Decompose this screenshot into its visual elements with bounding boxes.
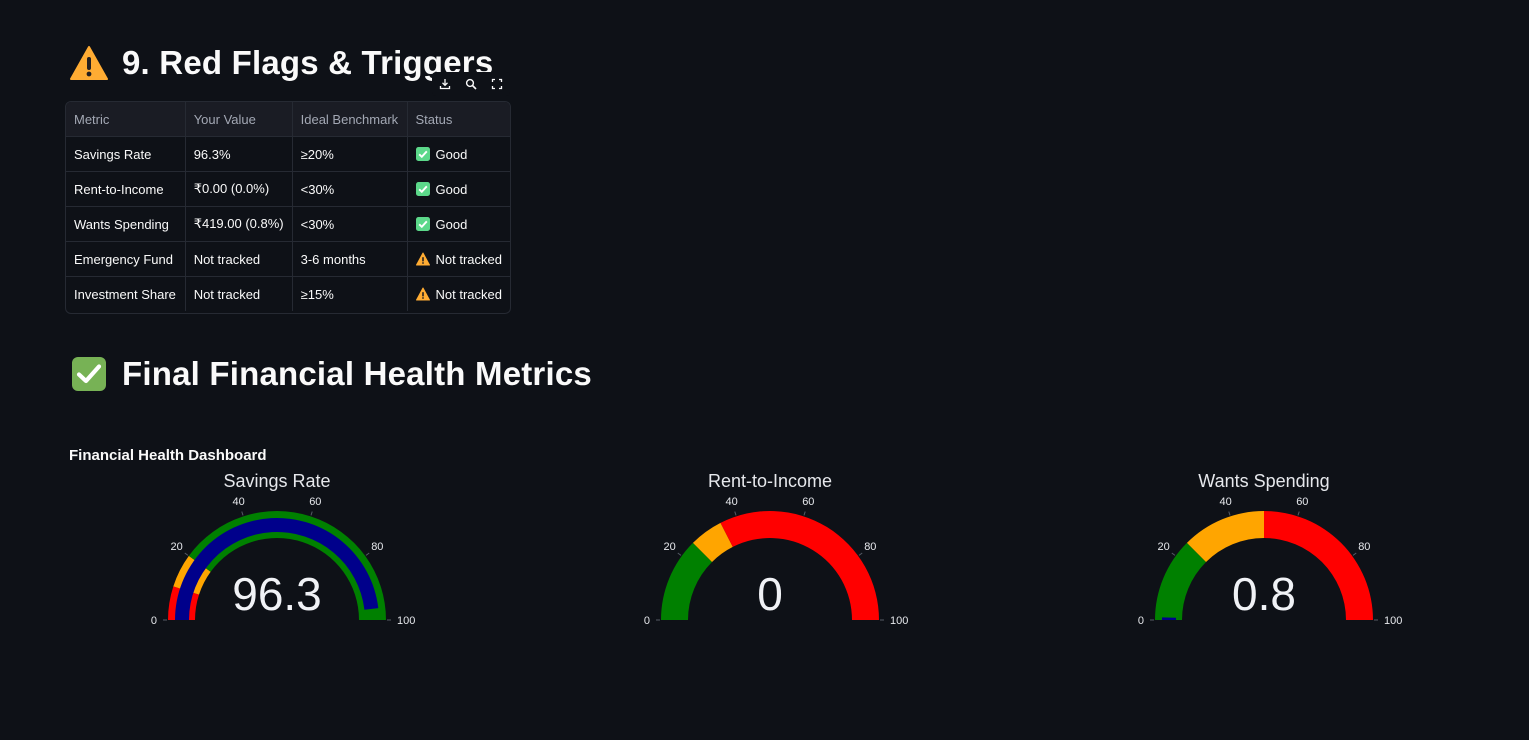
gauge-value-label: 96.3 [232, 568, 322, 620]
gauge-value-label: 0 [757, 568, 783, 620]
table-row: Rent-to-Income ₹0.00 (0.0%) <30% Good [66, 171, 510, 207]
gauge-tick-mark [184, 552, 189, 556]
cell-metric[interactable]: Emergency Fund [66, 241, 186, 277]
gauge-tick-mark [1228, 511, 1231, 516]
gauge-tick-label: 40 [233, 496, 245, 508]
gauge-tick-label: 100 [890, 615, 908, 627]
gauge-tick-mark [365, 552, 370, 556]
cell-benchmark[interactable]: ≥20% [292, 136, 408, 172]
gauge-tick-label: 0 [1138, 615, 1144, 627]
cell-status[interactable]: Not tracked [407, 241, 510, 277]
gauge-tick-mark [734, 511, 737, 516]
gauge-chart-savings-rate[interactable]: Savings Rate 0 20 40 60 80 100 96.3 [127, 466, 427, 636]
gauge-tick-label: 60 [309, 496, 321, 508]
gauge-chart-rent-to-income[interactable]: Rent-to-Income 0 20 40 60 80 100 0 [620, 466, 920, 636]
gauge-step-band [720, 511, 879, 620]
gauge-tick-label: 0 [644, 615, 650, 627]
gauge-step-band [1186, 511, 1264, 563]
search-icon[interactable] [461, 74, 481, 94]
gauge-tick-label: 20 [664, 541, 676, 553]
gauge-tick-label: 100 [397, 615, 415, 627]
table-header-row: Metric Your Value Ideal Benchmark Status [66, 102, 510, 137]
status-text: Good [435, 181, 468, 197]
cell-status[interactable]: Good [407, 136, 510, 172]
cell-value[interactable]: ₹419.00 (0.8%) [185, 206, 293, 242]
status-text: Not tracked [435, 251, 502, 267]
gauge-title: Rent-to-Income [708, 471, 832, 491]
red-flags-table[interactable]: Metric Your Value Ideal Benchmark Status… [65, 101, 511, 314]
gauge-tick-label: 0 [151, 615, 157, 627]
column-header-status[interactable]: Status [407, 102, 510, 137]
gauge-step-band [1155, 542, 1207, 620]
cell-value[interactable]: ₹0.00 (0.0%) [185, 171, 293, 207]
gauge-tick-mark [1297, 511, 1300, 516]
column-header-value[interactable]: Your Value [185, 102, 293, 137]
gauge-tick-label: 20 [1158, 541, 1170, 553]
page: 9. Red Flags & Triggers Metric Your Valu… [0, 0, 1529, 740]
gauge-tick-mark [241, 511, 244, 516]
cell-benchmark[interactable]: <30% [292, 171, 408, 207]
cell-metric[interactable]: Investment Share [66, 276, 186, 311]
gauge-value-bar [1162, 617, 1177, 620]
cell-metric[interactable]: Rent-to-Income [66, 171, 186, 207]
gauge-tick-label: 40 [1220, 496, 1232, 508]
cell-status[interactable]: Good [407, 171, 510, 207]
warning-icon [415, 287, 430, 301]
health-metrics-heading: Final Financial Health Metrics [70, 355, 592, 393]
column-header-metric[interactable]: Metric [66, 102, 186, 137]
gauge-tick-mark [677, 552, 682, 556]
warning-icon [415, 252, 430, 266]
table-row: Wants Spending ₹419.00 (0.8%) <30% Good [66, 206, 510, 242]
check-icon [415, 147, 430, 161]
gauge-step-band [661, 542, 713, 620]
gauge-tick-label: 100 [1384, 615, 1402, 627]
gauge-tick-mark [1171, 552, 1176, 556]
gauge-tick-label: 60 [1296, 496, 1308, 508]
cell-value[interactable]: 96.3% [185, 136, 293, 172]
gauge-tick-mark [858, 552, 863, 556]
warning-icon [70, 44, 108, 82]
health-metrics-title: Final Financial Health Metrics [122, 355, 592, 392]
cell-benchmark[interactable]: 3-6 months [292, 241, 408, 277]
gauge-tick-mark [1352, 552, 1357, 556]
table-row: Emergency Fund Not tracked 3-6 months No… [66, 241, 510, 277]
gauge-tick-label: 40 [726, 496, 738, 508]
check-icon [415, 182, 430, 196]
gauge-tick-label: 80 [1358, 541, 1370, 553]
fullscreen-icon[interactable] [487, 74, 507, 94]
cell-value[interactable]: Not tracked [185, 276, 293, 311]
gauge-chart-wants-spending[interactable]: Wants Spending 0 20 40 60 80 100 0.8 [1114, 466, 1414, 636]
gauge-title: Savings Rate [223, 471, 330, 491]
cell-metric[interactable]: Wants Spending [66, 206, 186, 242]
gauge-tick-label: 80 [864, 541, 876, 553]
cell-benchmark[interactable]: <30% [292, 206, 408, 242]
status-text: Good [435, 216, 468, 232]
status-text: Good [435, 146, 468, 162]
dashboard-title: Financial Health Dashboard [69, 447, 267, 464]
cell-metric[interactable]: Savings Rate [66, 136, 186, 172]
status-text: Not tracked [435, 286, 502, 302]
download-icon[interactable] [435, 74, 455, 94]
gauge-tick-label: 60 [802, 496, 814, 508]
cell-value[interactable]: Not tracked [185, 241, 293, 277]
cell-status[interactable]: Good [407, 206, 510, 242]
red-flags-heading: 9. Red Flags & Triggers [70, 44, 493, 82]
gauge-tick-label: 20 [171, 541, 183, 553]
check-mark-button-icon [70, 355, 108, 393]
gauge-tick-mark [310, 511, 313, 516]
table-row: Savings Rate 96.3% ≥20% Good [66, 136, 510, 172]
check-icon [415, 217, 430, 231]
gauge-value-label: 0.8 [1232, 568, 1296, 620]
cell-status[interactable]: Not tracked [407, 277, 510, 312]
gauge-tick-mark [803, 511, 806, 516]
table-toolbar [432, 72, 510, 96]
gauge-tick-label: 80 [371, 541, 383, 553]
cell-benchmark[interactable]: ≥15% [292, 276, 408, 311]
table-row: Investment Share Not tracked ≥15% Not tr… [66, 276, 510, 312]
gauge-title: Wants Spending [1198, 471, 1329, 491]
column-header-benchmark[interactable]: Ideal Benchmark [292, 102, 408, 137]
